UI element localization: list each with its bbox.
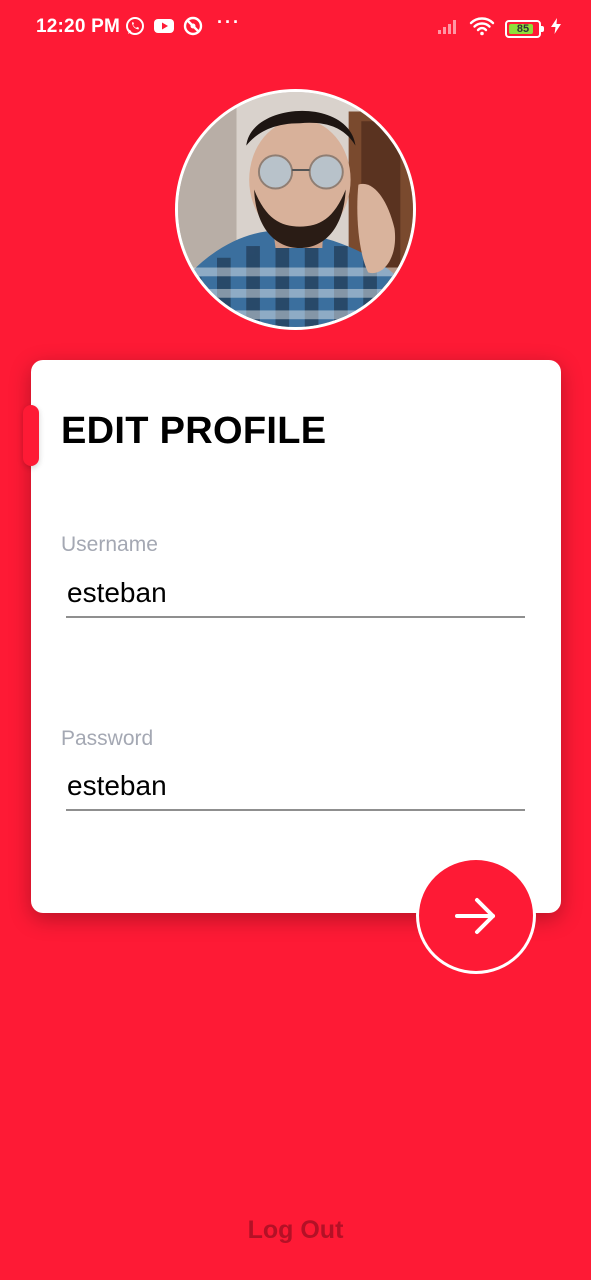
status-system-icons: 85	[437, 16, 561, 41]
whatsapp-icon	[125, 16, 145, 36]
more-dots-icon: ···	[217, 12, 241, 32]
charging-icon	[551, 18, 561, 39]
battery-level: 85	[516, 22, 530, 35]
signal-icon	[437, 17, 459, 40]
card-accent-tab	[23, 405, 39, 466]
username-label: Username	[61, 533, 158, 556]
username-input[interactable]	[66, 570, 525, 618]
battery-icon: 85	[505, 19, 544, 38]
page-title: EDIT PROFILE	[61, 410, 327, 452]
logout-button[interactable]: Log Out	[0, 1216, 591, 1245]
profile-photo	[178, 92, 413, 327]
password-input[interactable]	[66, 763, 525, 811]
edit-profile-card: EDIT PROFILE Username Password	[31, 360, 561, 913]
status-bar: 12:20 PM ··· 85	[0, 0, 591, 56]
status-notification-icons: ···	[125, 12, 241, 36]
wifi-icon	[469, 16, 495, 41]
battery-nub	[541, 25, 544, 32]
youtube-icon	[153, 17, 175, 35]
status-time: 12:20 PM	[36, 16, 120, 37]
password-label: Password	[61, 727, 154, 750]
profile-avatar[interactable]	[175, 89, 416, 330]
submit-button[interactable]	[416, 857, 536, 974]
arrow-right-icon	[455, 897, 495, 934]
no-disturb-icon	[183, 16, 203, 36]
